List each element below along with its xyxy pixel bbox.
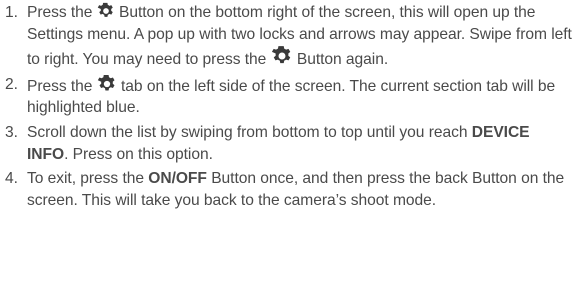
step-text: Press the tab on the left side of the sc… [27,74,583,119]
instruction-list: 1. Press the Button on the bottom right … [0,0,583,289]
gear-icon [271,45,293,67]
step-text: Scroll down the list by swiping from bot… [27,123,530,163]
step-number: 4. [5,170,18,188]
step-2: 2. Press the tab on the left side of the… [0,74,583,119]
step-number: 3. [5,123,18,141]
on-off-label: ON/OFF [148,170,207,188]
step-text: To exit, press the ON/OFF Button once, a… [27,170,565,209]
step-3: 3. Scroll down the list by swiping from … [0,122,583,165]
step-number: 2. [5,75,18,93]
step-4: 4. To exit, press the ON/OFF Button once… [0,168,583,211]
step-1: 1. Press the Button on the bottom right … [0,2,583,71]
gear-icon [97,74,117,94]
gear-icon [97,2,115,20]
step-number: 1. [5,4,18,21]
step-text: Press the Button on the bottom right of … [27,2,572,69]
